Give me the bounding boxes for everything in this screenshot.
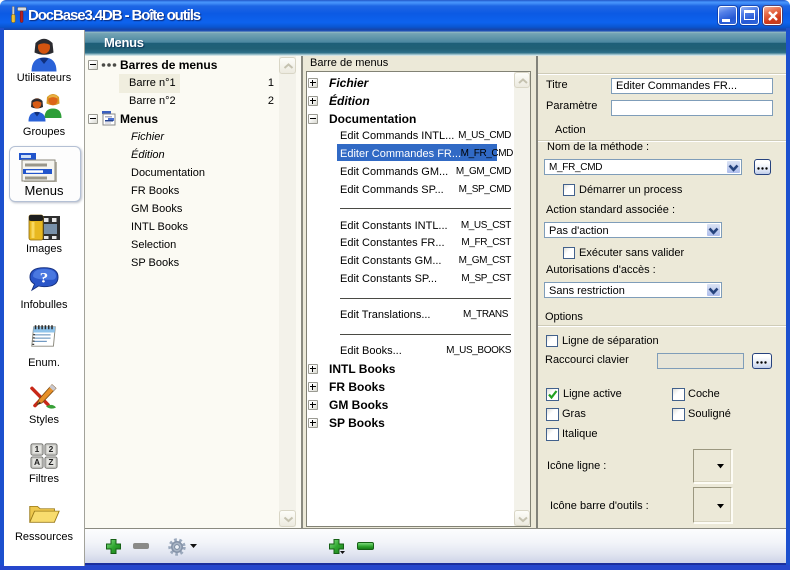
svg-text:2: 2 [49, 445, 54, 454]
svg-text:A: A [34, 458, 40, 467]
svg-text:1: 1 [35, 445, 40, 454]
svg-text:Z: Z [48, 458, 53, 467]
svg-text:?: ? [40, 270, 49, 286]
